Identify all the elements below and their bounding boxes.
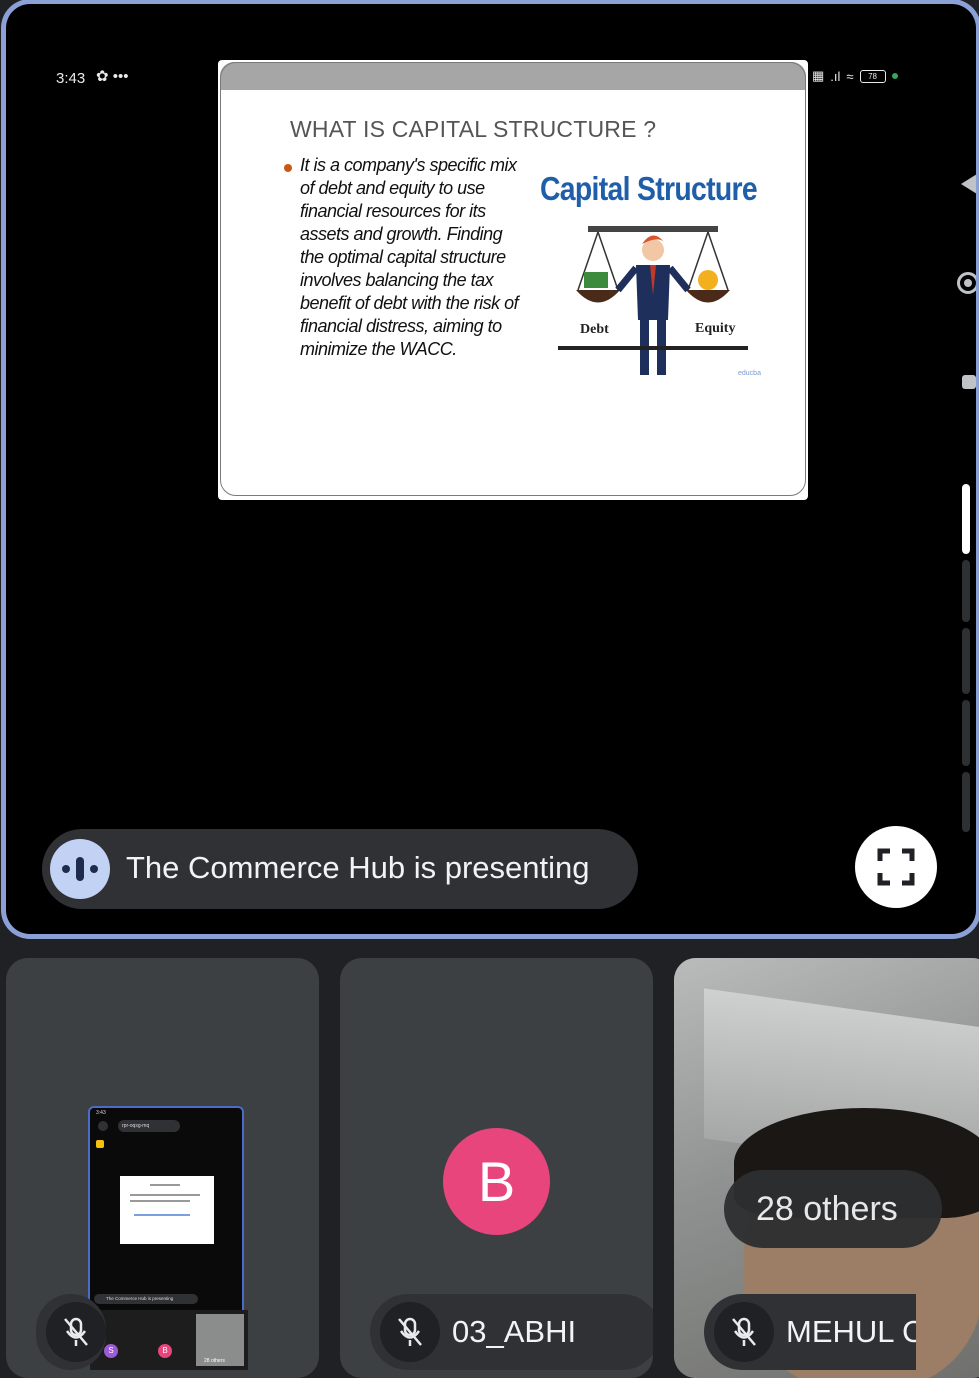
wifi-icon: ≈ bbox=[846, 68, 854, 84]
status-extra: ✿ ••• bbox=[96, 68, 129, 85]
debt-label: Debt bbox=[580, 322, 609, 337]
mini-status-time: 3:43 bbox=[96, 1110, 106, 1116]
mini-back-icon bbox=[98, 1121, 108, 1131]
mini-avatar-s: S bbox=[104, 1344, 118, 1358]
home-nav-icon[interactable] bbox=[957, 272, 976, 294]
participant-tile-mehul[interactable]: 28 others MEHUL C bbox=[674, 958, 979, 1378]
mic-off-icon bbox=[714, 1302, 774, 1362]
audio-level-icon bbox=[50, 839, 110, 899]
participant-name-pill: 03_ABHI bbox=[370, 1294, 653, 1370]
shared-slide: WHAT IS CAPITAL STRUCTURE ? It is a comp… bbox=[218, 60, 808, 500]
mini-participant-strip: S B 28 others bbox=[90, 1310, 248, 1370]
signal-icon: .ıl bbox=[830, 68, 841, 84]
others-count-button[interactable]: 28 others bbox=[724, 1170, 942, 1248]
mini-others-label: 28 others bbox=[204, 1358, 225, 1364]
mini-presenting-banner: The Commerce Hub is presenting bbox=[94, 1294, 198, 1304]
status-icons: ▦ .ıl ≈ 78 bbox=[812, 68, 898, 84]
participant-name: 03_ABHI bbox=[452, 1314, 577, 1349]
settings-icon: ✿ bbox=[96, 68, 109, 85]
slide-body: It is a company's specific mix of debt a… bbox=[300, 155, 519, 359]
scrollbar-segment bbox=[962, 772, 970, 832]
scrollbar-segment bbox=[962, 560, 970, 622]
back-nav-icon[interactable] bbox=[961, 174, 976, 194]
mini-meeting-code: rpr-oqsg-mq bbox=[118, 1120, 180, 1132]
slide-watermark: educba bbox=[738, 370, 761, 377]
mini-badge-icon bbox=[96, 1140, 104, 1148]
status-time: 3:43 bbox=[56, 70, 86, 87]
participant-tile-abhi[interactable]: B 03_ABHI bbox=[340, 958, 653, 1378]
others-count: 28 others bbox=[756, 1190, 898, 1228]
sim-icon: ▦ bbox=[812, 68, 825, 83]
participant-tile-self[interactable]: 3:43 rpr-oqsg-mq The Commerce Hub is pre… bbox=[6, 958, 319, 1378]
mic-off-icon bbox=[380, 1302, 440, 1362]
mic-indicator-icon bbox=[891, 73, 898, 79]
presentation-stage[interactable]: 3:43 ✿ ••• ▦ .ıl ≈ 78 WHAT IS CAPITAL ST… bbox=[6, 4, 976, 934]
presenting-banner[interactable]: The Commerce Hub is presenting bbox=[42, 829, 638, 909]
mini-slide bbox=[120, 1176, 214, 1244]
battery-icon: 78 bbox=[859, 69, 886, 83]
slide-title: WHAT IS CAPITAL STRUCTURE ? bbox=[290, 116, 657, 142]
scrollbar-segment bbox=[962, 700, 970, 766]
participant-name: MEHUL C bbox=[786, 1314, 916, 1349]
fullscreen-icon bbox=[877, 848, 915, 886]
mic-off-icon bbox=[46, 1302, 106, 1362]
mini-avatar-b: B bbox=[158, 1344, 172, 1358]
balance-scale-illustration bbox=[558, 226, 748, 375]
self-screen-preview: 3:43 rpr-oqsg-mq The Commerce Hub is pre… bbox=[88, 1106, 244, 1315]
scrollbar-thumb[interactable] bbox=[962, 484, 970, 554]
avatar: B bbox=[443, 1128, 550, 1235]
self-name-pill bbox=[36, 1294, 106, 1370]
scrollbar-segment bbox=[962, 628, 970, 694]
bullet-icon bbox=[284, 164, 292, 172]
capital-structure-heading: Capital Structure bbox=[540, 170, 758, 207]
presenting-text: The Commerce Hub is presenting bbox=[126, 850, 590, 885]
fullscreen-button[interactable] bbox=[855, 826, 937, 908]
participant-name-pill: MEHUL C bbox=[704, 1294, 916, 1370]
recents-nav-icon[interactable] bbox=[962, 375, 976, 389]
equity-label: Equity bbox=[695, 321, 736, 336]
